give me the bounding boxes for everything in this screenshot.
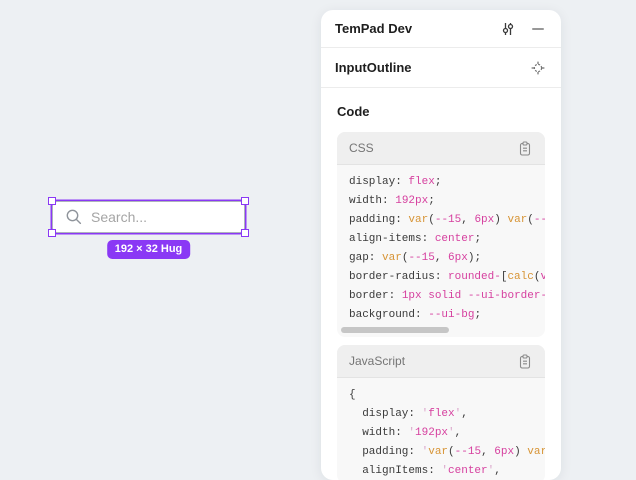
selected-component-search-input[interactable]: Search... 192 × 32 Hug bbox=[52, 201, 245, 233]
js-code-block: JavaScript { display: 'flex', width: '19… bbox=[337, 345, 545, 480]
css-code: display: flex;width: 192px;padding: var(… bbox=[337, 165, 545, 327]
code-section-title: Code bbox=[337, 104, 545, 119]
minimize-button[interactable] bbox=[529, 20, 547, 38]
code-line: gap: var(--15, 6px); bbox=[349, 249, 545, 268]
selection-handle-top-left[interactable] bbox=[48, 197, 56, 205]
selection-handle-bottom-left[interactable] bbox=[48, 229, 56, 237]
css-block-header: CSS bbox=[337, 132, 545, 165]
sliders-icon bbox=[500, 21, 516, 37]
search-input[interactable]: Search... bbox=[52, 201, 245, 233]
code-line: padding: var(--15, 6px) var(-- bbox=[349, 211, 545, 230]
settings-button[interactable] bbox=[499, 20, 517, 38]
panel-content: Code CSS display: flex;width: 192px;padd… bbox=[321, 88, 561, 480]
panel-header: TemPad Dev bbox=[321, 10, 561, 48]
code-line: width: 192px; bbox=[349, 192, 545, 211]
code-line: border-radius: rounded-[calc(var bbox=[349, 268, 545, 287]
code-line: width: '192px', bbox=[349, 424, 545, 443]
tempad-dev-panel: TemPad Dev InputOutline bbox=[321, 10, 561, 480]
selection-handle-top-right[interactable] bbox=[241, 197, 249, 205]
code-line: background: --ui-bg; bbox=[349, 306, 545, 325]
minimize-icon bbox=[531, 22, 545, 36]
size-badge: 192 × 32 Hug bbox=[107, 240, 191, 259]
search-placeholder: Search... bbox=[91, 209, 147, 225]
css-code-block: CSS display: flex;width: 192px;padding: … bbox=[337, 132, 545, 337]
code-line: { bbox=[349, 386, 545, 405]
scrollbar-thumb[interactable] bbox=[341, 327, 449, 333]
code-line: padding: 'var(--15, 6px) var bbox=[349, 443, 545, 462]
js-block-label: JavaScript bbox=[349, 354, 516, 368]
code-line: display: 'flex', bbox=[349, 405, 545, 424]
magnifier-icon bbox=[65, 208, 83, 226]
code-line: border: 1px solid --ui-border- bbox=[349, 287, 545, 306]
copy-js-button[interactable] bbox=[516, 352, 534, 370]
copy-css-button[interactable] bbox=[516, 139, 534, 157]
selected-node-row: InputOutline bbox=[321, 48, 561, 88]
code-line: align-items: center; bbox=[349, 230, 545, 249]
css-horizontal-scrollbar bbox=[337, 327, 545, 337]
clipboard-icon bbox=[518, 141, 532, 156]
code-line: display: flex; bbox=[349, 173, 545, 192]
locate-node-button[interactable] bbox=[529, 59, 547, 77]
selection-handle-bottom-right[interactable] bbox=[241, 229, 249, 237]
selected-node-name: InputOutline bbox=[335, 60, 529, 75]
js-block-header: JavaScript bbox=[337, 345, 545, 378]
locate-icon bbox=[531, 61, 545, 75]
code-line: alignItems: 'center', bbox=[349, 462, 545, 480]
panel-title: TemPad Dev bbox=[335, 21, 499, 36]
clipboard-icon bbox=[518, 354, 532, 369]
css-block-label: CSS bbox=[349, 141, 516, 155]
js-code: { display: 'flex', width: '192px', paddi… bbox=[337, 378, 545, 480]
